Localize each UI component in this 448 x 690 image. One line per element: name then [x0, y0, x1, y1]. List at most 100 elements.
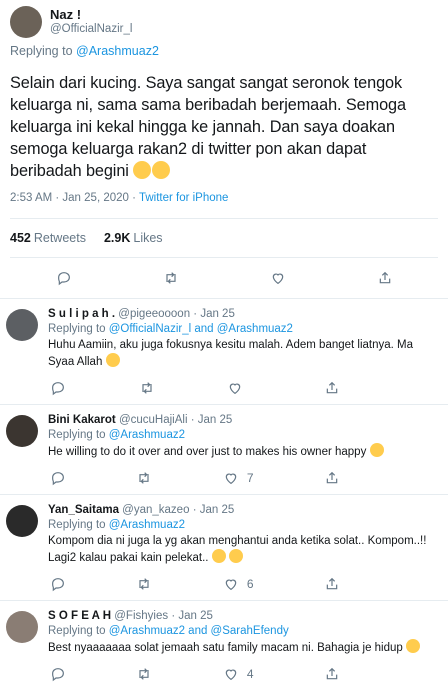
reply-action-bar: 4 [50, 666, 340, 682]
heart-eyes-emoji [133, 161, 152, 179]
avatar[interactable] [6, 505, 38, 537]
reply-handle[interactable]: @cucuHajiAli [119, 414, 188, 426]
heart-icon [272, 273, 283, 285]
reply-display-name[interactable]: S u l i p a h . [48, 308, 115, 320]
like-button[interactable]: 6 [223, 576, 254, 592]
reply-body: Best nyaaaaaaa solat jemaah satu family … [48, 642, 403, 654]
heart-icon [225, 579, 237, 591]
timestamp[interactable]: 2:53 AM · Jan 25, 2020 · [10, 192, 136, 204]
share-button[interactable] [324, 380, 340, 396]
reply-mention-link[interactable]: @OfficialNazir_l and @Arashmuaz2 [109, 323, 293, 335]
reply-icon [52, 578, 64, 592]
share-button[interactable] [324, 666, 340, 682]
avatar[interactable] [6, 415, 38, 447]
reply-tweet[interactable]: Yan_Saitama @yan_kazeo · Jan 25 Replying… [0, 494, 448, 600]
share-button[interactable] [324, 576, 340, 592]
share-icon [326, 381, 338, 394]
reply-button[interactable] [50, 380, 66, 396]
reply-icon [52, 472, 64, 486]
likes-count: 2.9K [103, 231, 131, 245]
retweet-icon [139, 472, 150, 484]
reply-tweet[interactable]: S u l i p a h . @pigeeoooon · Jan 25 Rep… [0, 298, 448, 404]
likes-label: Likes [133, 231, 163, 245]
like-button[interactable] [270, 270, 286, 286]
tweet-text: Selain dari kucing. Saya sangat sangat s… [10, 72, 438, 182]
replying-prefix: Replying to [48, 429, 106, 441]
replying-prefix: Replying to [10, 44, 73, 58]
reply-action-bar: 6 [50, 576, 340, 592]
likes-stat[interactable]: 2.9K Likes [104, 231, 163, 245]
reply-mention-link[interactable]: @Arashmuaz2 and @SarahEfendy [109, 625, 289, 637]
main-tweet: Naz ! @OfficialNazir_l Replying to @Aras… [0, 0, 448, 298]
reply-icon [52, 382, 64, 396]
reply-body: He willing to do it over and over just t… [48, 446, 367, 458]
source-link[interactable]: Twitter for iPhone [139, 192, 228, 204]
display-name[interactable]: Naz ! [50, 7, 132, 22]
avatar[interactable] [6, 611, 38, 643]
reply-date[interactable]: · Jan 25 [193, 308, 235, 320]
retweets-stat[interactable]: 452 Retweets [10, 231, 86, 245]
avatar[interactable] [10, 6, 42, 38]
share-icon [326, 471, 338, 484]
retweet-button[interactable] [136, 470, 152, 486]
reply-text: He willing to do it over and over just t… [48, 443, 438, 460]
replying-to: Replying to @Arashmuaz2 [10, 44, 438, 58]
tweet-stats: 452 Retweets 2.9K Likes [10, 219, 438, 257]
emoji [211, 549, 226, 563]
share-icon [379, 271, 390, 284]
emoji [369, 443, 384, 457]
reply-mention-link[interactable]: @Arashmuaz2 [76, 44, 159, 58]
replies-list: S u l i p a h . @pigeeoooon · Jan 25 Rep… [0, 298, 448, 690]
like-count: 4 [246, 666, 254, 681]
retweet-button[interactable] [163, 270, 179, 286]
reply-action-bar [50, 380, 340, 396]
retweet-button[interactable] [136, 666, 152, 682]
reply-mention-link[interactable]: @Arashmuaz2 [109, 429, 185, 441]
heart-eyes-emoji [152, 161, 171, 179]
reply-button[interactable] [50, 666, 66, 682]
reply-action-bar: 7 [50, 470, 340, 486]
heart-icon [225, 473, 237, 485]
like-button[interactable]: 7 [223, 470, 254, 486]
reply-display-name[interactable]: Bini Kakarot [48, 414, 116, 426]
retweets-count: 452 [10, 231, 31, 245]
reply-handle[interactable]: @yan_kazeo [122, 504, 189, 516]
reply-icon [52, 668, 64, 682]
reply-date[interactable]: · Jan 25 [191, 414, 233, 426]
retweet-button[interactable] [139, 380, 155, 396]
retweets-label: Retweets [33, 231, 86, 245]
reply-tweet[interactable]: Bini Kakarot @cucuHajiAli · Jan 25 Reply… [0, 404, 448, 494]
replying-prefix: Replying to [48, 519, 106, 531]
reply-mention-link[interactable]: @Arashmuaz2 [109, 519, 185, 531]
user-handle[interactable]: @OfficialNazir_l [50, 22, 132, 37]
reply-display-name[interactable]: Yan_Saitama [48, 504, 119, 516]
heart-icon [225, 669, 237, 681]
reply-text: Kompom dia ni juga la yg akan menghantui… [48, 533, 438, 566]
reply-button[interactable] [50, 470, 66, 486]
share-icon [326, 667, 338, 680]
retweet-icon [139, 668, 150, 680]
retweet-button[interactable] [136, 576, 152, 592]
avatar[interactable] [6, 309, 38, 341]
retweet-icon [139, 578, 150, 590]
replying-prefix: Replying to [48, 625, 106, 637]
reply-handle[interactable]: @Fishyies [114, 610, 168, 622]
reply-tweet[interactable]: S O F E A H @Fishyies · Jan 25 Replying … [0, 600, 448, 690]
like-count: 7 [246, 470, 254, 485]
reply-date[interactable]: · Jan 25 [171, 610, 213, 622]
reply-display-name[interactable]: S O F E A H [48, 610, 111, 622]
emoji [406, 639, 420, 653]
reply-handle[interactable]: @pigeeoooon [118, 308, 190, 320]
action-bar [10, 258, 438, 298]
reply-button[interactable] [50, 576, 66, 592]
replying-prefix: Replying to [48, 323, 106, 335]
like-button[interactable] [227, 380, 251, 396]
like-button[interactable]: 4 [223, 666, 254, 682]
heart-icon [230, 383, 241, 395]
share-button[interactable] [324, 470, 340, 486]
share-button[interactable] [377, 270, 393, 286]
reply-date[interactable]: · Jan 25 [193, 504, 235, 516]
reply-button[interactable] [56, 270, 72, 286]
tweet-header: Naz ! @OfficialNazir_l [10, 0, 438, 44]
reply-icon [57, 272, 70, 286]
